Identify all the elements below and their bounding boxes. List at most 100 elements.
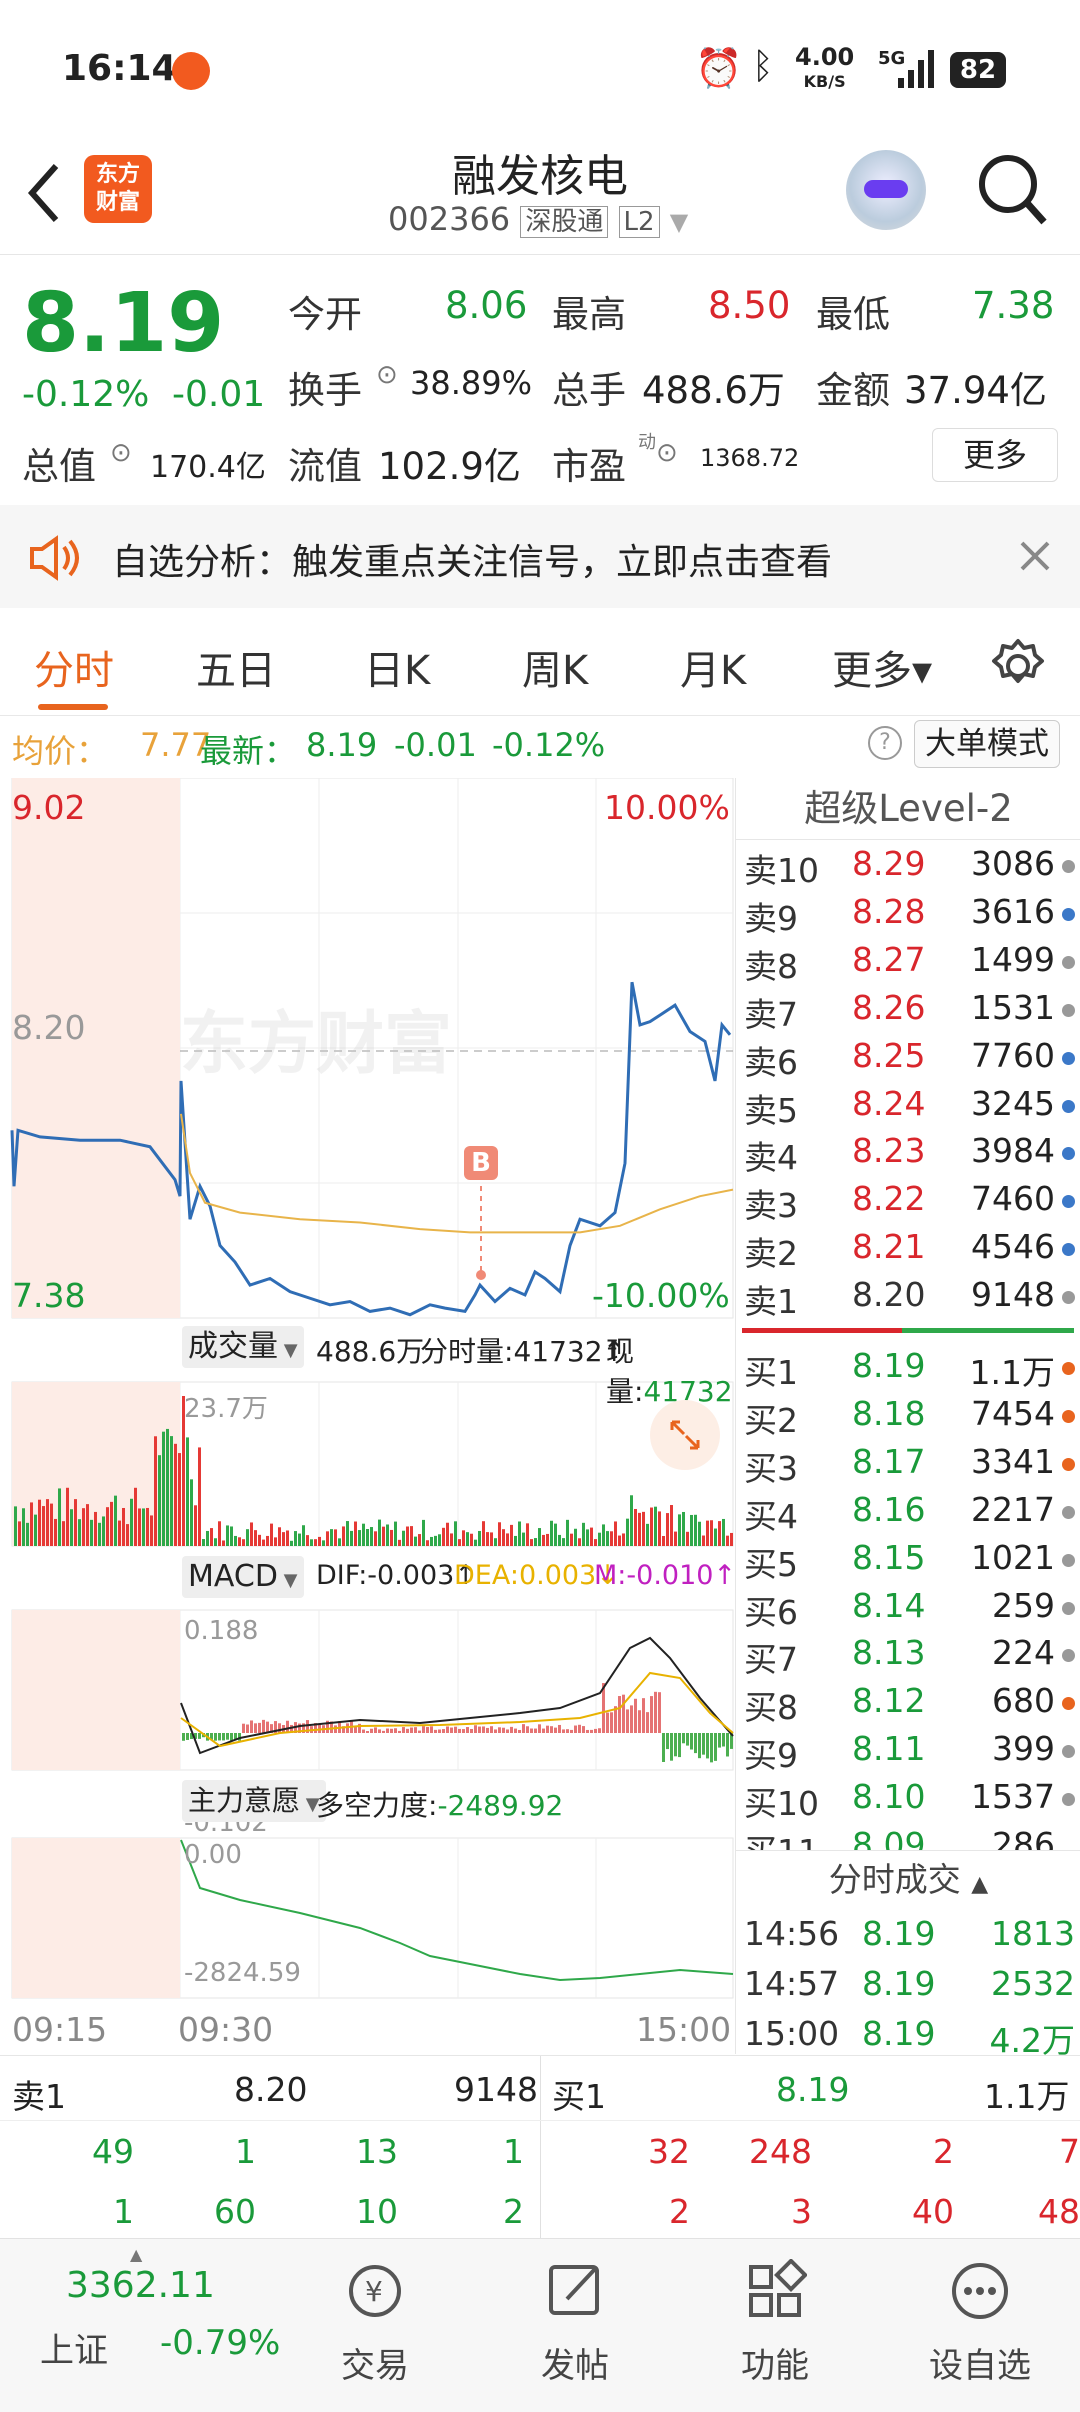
volume-bar	[726, 1535, 729, 1546]
macd-bar	[186, 1733, 189, 1740]
ask-row[interactable]: 卖5 8.24 3245	[736, 1084, 1080, 1132]
bid-row[interactable]: 买3 8.17 3341	[736, 1442, 1080, 1490]
volume-bar	[562, 1538, 565, 1546]
expand-icon[interactable]	[650, 1400, 720, 1470]
macd-bar	[642, 1698, 645, 1733]
macd-bar	[638, 1710, 641, 1733]
volume-bar	[394, 1521, 397, 1546]
ask-row[interactable]: 卖2 8.21 4546	[736, 1227, 1080, 1275]
avg-label: 均价：	[12, 732, 109, 770]
order-dot-icon	[1062, 1505, 1075, 1519]
volume-bar	[186, 1437, 189, 1546]
amount-label: 金额	[816, 369, 890, 412]
ask-price: 8.25	[852, 1035, 926, 1075]
robot-assistant-icon[interactable]	[846, 150, 926, 230]
analysis-banner[interactable]: 自选分析：触发重点关注信号，立即点击查看	[0, 505, 1080, 608]
tab-daily-k[interactable]: 日K	[364, 638, 430, 696]
macd-bar	[434, 1729, 437, 1733]
info-icon[interactable]: ⊙	[110, 438, 132, 468]
tab-monthly-k[interactable]: 月K	[680, 638, 746, 696]
macd-bar	[682, 1733, 685, 1744]
ask-row[interactable]: 卖9 8.28 3616	[736, 892, 1080, 940]
tab-more[interactable]: 更多▾	[832, 638, 932, 696]
intraday-chart-area[interactable]: 9.02 10.00% 8.20 7.38 -10.00% 东方财富 B 成交量…	[0, 777, 736, 2054]
order-book[interactable]: 超级Level-2 卖10 8.29 3086 卖9 8.28 3616 卖8 8.27 149…	[735, 778, 1080, 2062]
ask-row[interactable]: 卖10 8.29 3086	[736, 844, 1080, 892]
stock-tag-level: L2	[618, 206, 660, 238]
info-icon[interactable]: ⊙	[656, 438, 678, 468]
bid-price: 8.18	[852, 1393, 926, 1433]
stock-code-line[interactable]: 002366 深股通 L2 ▼	[388, 200, 688, 238]
ask-row[interactable]: 卖1 8.20 9148	[736, 1275, 1080, 1323]
order-dot-icon	[1062, 1553, 1075, 1567]
volume-indicator-select[interactable]: 成交量 ▼	[182, 1326, 304, 1368]
trade-button[interactable]: ¥ 交易	[330, 2259, 420, 2387]
bid-row[interactable]: 买9 8.11 399	[736, 1729, 1080, 1777]
add-watchlist-button[interactable]: 设自选	[920, 2259, 1040, 2387]
app-logo[interactable]: 东方 财富	[84, 155, 152, 223]
post-button[interactable]: 发帖	[530, 2259, 620, 2387]
ask-row[interactable]: 卖4 8.23 3984	[736, 1131, 1080, 1179]
close-icon[interactable]	[1018, 539, 1052, 573]
macd-bar	[382, 1730, 385, 1733]
buy-marker[interactable]: B	[464, 1146, 498, 1180]
bid-row[interactable]: 买7 8.13 224	[736, 1633, 1080, 1681]
info-icon[interactable]: ⊙	[376, 360, 398, 390]
ask-row[interactable]: 卖7 8.26 1531	[736, 988, 1080, 1036]
bid-row[interactable]: 买4 8.16 2217	[736, 1490, 1080, 1538]
volume-bar	[718, 1521, 721, 1546]
ask-row[interactable]: 卖3 8.22 7460	[736, 1179, 1080, 1227]
pe-value: 1368.72	[700, 444, 800, 472]
function-button[interactable]: 功能	[730, 2258, 820, 2387]
gear-icon[interactable]	[990, 638, 1046, 694]
ask-price: 8.21	[852, 1227, 926, 1267]
pe-label: 市盈	[552, 445, 626, 488]
macd-bar	[482, 1726, 485, 1733]
volume-bar	[602, 1524, 605, 1546]
post-label: 发帖	[541, 2346, 609, 2386]
volume-bar	[18, 1521, 21, 1546]
trade-price: 8.19	[862, 1964, 936, 2003]
back-icon[interactable]	[22, 158, 66, 228]
macd-bar	[222, 1733, 225, 1741]
volume-bar	[382, 1526, 385, 1546]
status-bar: 16:14 ⏰ ᛒ 4.00 KB/S 5G 82	[0, 0, 1080, 140]
macd-bar	[218, 1733, 221, 1741]
bid-row[interactable]: 买6 8.14 259	[736, 1586, 1080, 1634]
volume-bar	[622, 1533, 625, 1546]
big-order-mode-button[interactable]: 大单模式	[914, 720, 1060, 768]
trade-volume: 2532	[991, 1964, 1075, 2003]
net-speed: 4.00 KB/S	[795, 45, 854, 93]
volume-bar	[730, 1532, 733, 1546]
volume-bar	[634, 1508, 637, 1546]
macd-indicator-select[interactable]: MACD ▼	[182, 1556, 304, 1598]
volume-bar	[494, 1538, 497, 1546]
queue-panel: 卖1 8.20 9148 买1 8.19 1.1万 49 1 13 1 1 60 10 2 32…	[0, 2055, 1080, 2240]
bid-row[interactable]: 买10 8.10 1537	[736, 1777, 1080, 1825]
bid-level: 买2	[744, 1400, 798, 1440]
intraday-chart[interactable]	[0, 777, 735, 2054]
help-icon[interactable]: ?	[868, 726, 902, 760]
tab-five-day[interactable]: 五日	[196, 638, 276, 696]
trades-header[interactable]: 分时成交 ▲	[736, 1850, 1080, 1908]
bid-row[interactable]: 买5 8.15 1021	[736, 1538, 1080, 1586]
banner-text: 自选分析：触发重点关注信号，立即点击查看	[112, 542, 833, 583]
macd-bar	[722, 1733, 725, 1747]
order-dot-icon	[1062, 1003, 1075, 1017]
volume-bar	[502, 1529, 505, 1546]
more-button[interactable]: 更多	[932, 428, 1058, 482]
volume-bar	[74, 1499, 77, 1546]
search-icon[interactable]	[976, 152, 1048, 228]
index-value[interactable]: 3362.11	[66, 2265, 215, 2306]
tab-weekly-k[interactable]: 周K	[522, 638, 588, 696]
order-dot-icon	[1062, 907, 1075, 921]
ask-row[interactable]: 卖6 8.25 7760	[736, 1036, 1080, 1084]
tab-intraday[interactable]: 分时	[34, 638, 114, 696]
bid-row[interactable]: 买8 8.12 680	[736, 1681, 1080, 1729]
ask-row[interactable]: 卖8 8.27 1499	[736, 940, 1080, 988]
nav-bar: 东方 财富 融发核电 002366 深股通 L2 ▼	[0, 140, 1080, 255]
trade-row: 14:57 8.19 2532	[736, 1964, 1080, 2012]
bid-row[interactable]: 买2 8.18 7454	[736, 1394, 1080, 1442]
bid-row[interactable]: 买1 8.19 1.1万	[736, 1346, 1080, 1394]
main-force-select[interactable]: 主力意愿 ▼	[182, 1780, 326, 1822]
